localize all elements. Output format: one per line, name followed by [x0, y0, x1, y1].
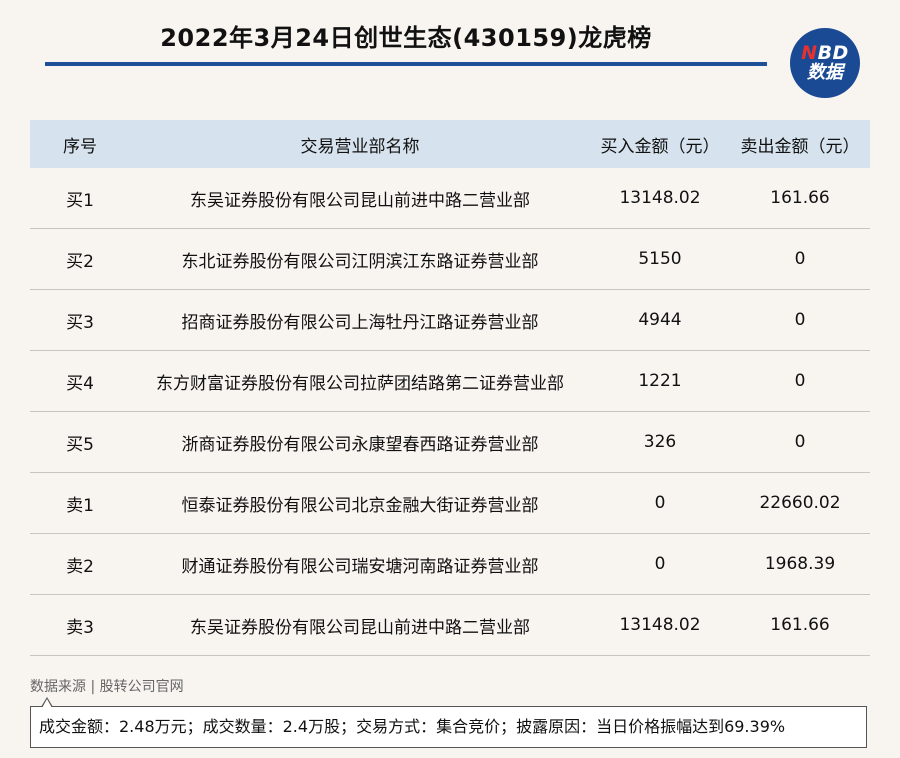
cell-buy-amount: 0: [654, 493, 666, 513]
column-header-buy: 买入金额（元）: [600, 136, 720, 157]
cell-buy-amount: 5150: [638, 249, 682, 269]
cell-seq: 买3: [66, 312, 94, 333]
column-header-branch: 交易营业部名称: [300, 136, 420, 157]
cell-seq: 买5: [66, 434, 94, 455]
page-header: 2022年3月24日创世生态(430159)龙虎榜 NBD 数据: [0, 0, 900, 110]
column-header-sell: 卖出金额（元）: [740, 136, 860, 157]
cell-branch-name: 东北证券股份有限公司江阴滨江东路证券营业部: [181, 251, 539, 272]
page-title: 2022年3月24日创世生态(430159)龙虎榜: [160, 24, 652, 52]
cell-buy-amount: 326: [643, 432, 677, 452]
cell-seq: 卖1: [66, 495, 94, 516]
cell-buy-amount: 4944: [638, 310, 682, 330]
table-body: 买1 东吴证券股份有限公司昆山前进中路二营业部 13148.02 161.66 买2 东北…: [30, 168, 870, 656]
column-header-seq: 序号: [63, 136, 97, 157]
table-row: 买2 东北证券股份有限公司江阴滨江东路证券营业部 5150 0: [30, 229, 870, 290]
logo-text-data: 数据: [807, 62, 843, 83]
cell-buy-amount: 1221: [638, 371, 682, 391]
table-row: 卖1 恒泰证券股份有限公司北京金融大街证券营业部 0 22660.02: [30, 473, 870, 534]
table-row: 卖3 东吴证券股份有限公司昆山前进中路二营业部 13148.02 161.66: [30, 595, 870, 656]
cell-sell-amount: 22660.02: [759, 493, 841, 513]
cell-branch-name: 浙商证券股份有限公司永康望春西路证券营业部: [181, 434, 539, 455]
cell-branch-name: 招商证券股份有限公司上海牡丹江路证券营业部: [181, 312, 539, 333]
table-row: 卖2 财通证券股份有限公司瑞安塘河南路证券营业部 0 1968.39: [30, 534, 870, 595]
trade-summary-note: 成交金额：2.48万元；成交数量：2.4万股；交易方式：集合竞价；披露原因：当日…: [30, 706, 867, 748]
cell-sell-amount: 0: [794, 371, 806, 391]
table-row: 买1 东吴证券股份有限公司昆山前进中路二营业部 13148.02 161.66: [30, 168, 870, 229]
logo-text-nbd: NBD: [801, 42, 849, 64]
nbd-logo: NBD 数据: [790, 28, 860, 98]
cell-sell-amount: 161.66: [770, 615, 830, 635]
cell-seq: 买2: [66, 251, 94, 272]
cell-sell-amount: 0: [794, 310, 806, 330]
cell-sell-amount: 0: [794, 249, 806, 269]
table-header: 序号 交易营业部名称 买入金额（元） 卖出金额（元）: [30, 120, 870, 168]
cell-seq: 买4: [66, 373, 94, 394]
table-row: 买4 东方财富证券股份有限公司拉萨团结路第二证券营业部 1221 0: [30, 351, 870, 412]
dragon-tiger-table: 序号 交易营业部名称 买入金额（元） 卖出金额（元） 买1 东吴证券股份有限公司昆…: [30, 120, 870, 656]
note-pointer: [41, 697, 53, 708]
cell-seq: 卖3: [66, 617, 94, 638]
cell-seq: 买1: [66, 190, 94, 211]
cell-sell-amount: 0: [794, 432, 806, 452]
cell-sell-amount: 1968.39: [764, 554, 836, 574]
cell-branch-name: 东吴证券股份有限公司昆山前进中路二营业部: [190, 190, 530, 211]
cell-buy-amount: 13148.02: [619, 188, 701, 208]
cell-branch-name: 东方财富证券股份有限公司拉萨团结路第二证券营业部: [156, 373, 564, 394]
cell-branch-name: 财通证券股份有限公司瑞安塘河南路证券营业部: [181, 556, 539, 577]
cell-buy-amount: 13148.02: [619, 615, 701, 635]
cell-buy-amount: 0: [654, 554, 666, 574]
cell-seq: 卖2: [66, 556, 94, 577]
table-row: 买3 招商证券股份有限公司上海牡丹江路证券营业部 4944 0: [30, 290, 870, 351]
cell-branch-name: 东吴证券股份有限公司昆山前进中路二营业部: [190, 617, 530, 638]
table-row: 买5 浙商证券股份有限公司永康望春西路证券营业部 326 0: [30, 412, 870, 473]
title-underline: [45, 62, 767, 66]
cell-branch-name: 恒泰证券股份有限公司北京金融大街证券营业部: [181, 495, 539, 516]
data-source: 数据来源 | 股转公司官网: [30, 679, 184, 695]
cell-sell-amount: 161.66: [770, 188, 830, 208]
